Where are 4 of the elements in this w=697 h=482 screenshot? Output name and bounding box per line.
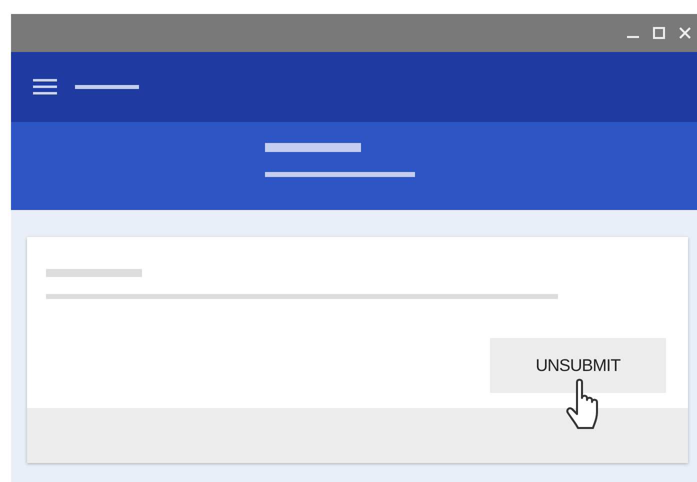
unsubmit-button[interactable]: UNSUBMIT: [490, 338, 666, 393]
close-icon[interactable]: [679, 27, 691, 39]
menu-icon[interactable]: [33, 79, 57, 95]
maximize-icon[interactable]: [653, 27, 665, 39]
